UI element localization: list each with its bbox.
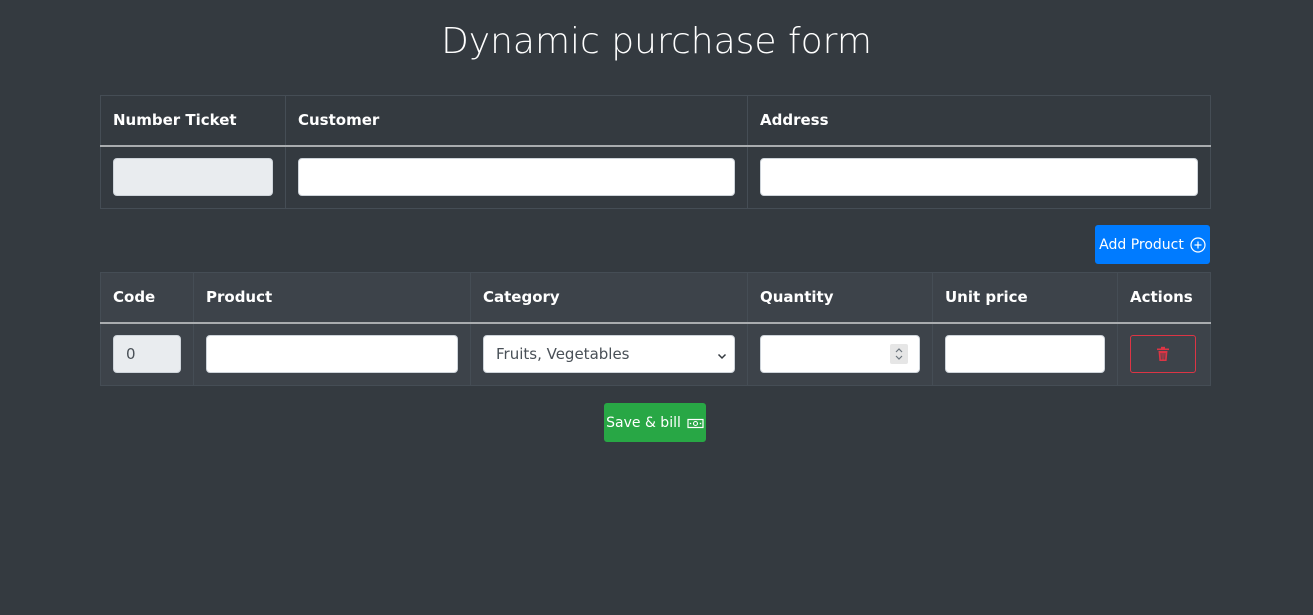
stepper-arrows-icon — [895, 348, 903, 361]
save-and-bill-label: Save & bill — [606, 414, 681, 431]
product-input[interactable] — [206, 335, 458, 374]
column-header-unit-price: Unit price — [932, 272, 1118, 324]
column-header-address: Address — [747, 95, 1211, 147]
code-cell — [100, 322, 194, 386]
column-header-product: Product — [193, 272, 471, 324]
code-input[interactable] — [113, 335, 181, 374]
ticket-row — [100, 145, 1211, 209]
quantity-cell — [747, 322, 933, 386]
column-header-category: Category — [470, 272, 748, 324]
unit-price-cell — [932, 322, 1118, 386]
cash-icon — [687, 417, 704, 429]
category-cell: Fruits, Vegetables — [470, 322, 748, 386]
plus-circle-icon — [1190, 236, 1206, 253]
quantity-stepper[interactable] — [890, 344, 908, 365]
number-ticket-input[interactable] — [113, 158, 273, 197]
delete-row-button[interactable] — [1130, 335, 1196, 374]
column-header-quantity: Quantity — [747, 272, 933, 324]
category-select[interactable]: Fruits, Vegetables — [483, 335, 735, 374]
ticket-cell — [100, 145, 286, 209]
actions-cell — [1117, 322, 1211, 386]
address-cell — [747, 145, 1211, 209]
column-header-customer: Customer — [285, 95, 748, 147]
address-input[interactable] — [760, 158, 1198, 197]
column-header-number-ticket: Number Ticket — [100, 95, 286, 147]
customer-input[interactable] — [298, 158, 735, 197]
customer-cell — [285, 145, 748, 209]
quantity-wrapper — [760, 335, 920, 374]
ticket-table: Number Ticket Customer Address — [100, 95, 1211, 209]
products-table: Code Product Category Quantity Unit pric… — [100, 272, 1211, 386]
trash-icon — [1156, 346, 1170, 362]
column-header-code: Code — [100, 272, 194, 324]
page-title: Dynamic purchase form — [441, 21, 872, 62]
product-cell — [193, 322, 471, 386]
add-product-button[interactable]: Add Product — [1095, 225, 1210, 264]
ticket-header-row: Number Ticket Customer Address — [100, 95, 1211, 147]
products-header-row: Code Product Category Quantity Unit pric… — [100, 272, 1211, 324]
category-select-wrapper: Fruits, Vegetables — [483, 335, 735, 374]
table-row: Fruits, Vegetables — [100, 322, 1211, 386]
column-header-actions: Actions — [1117, 272, 1211, 324]
unit-price-input[interactable] — [945, 335, 1105, 374]
add-product-label: Add Product — [1099, 236, 1184, 253]
save-and-bill-button[interactable]: Save & bill — [604, 403, 706, 442]
